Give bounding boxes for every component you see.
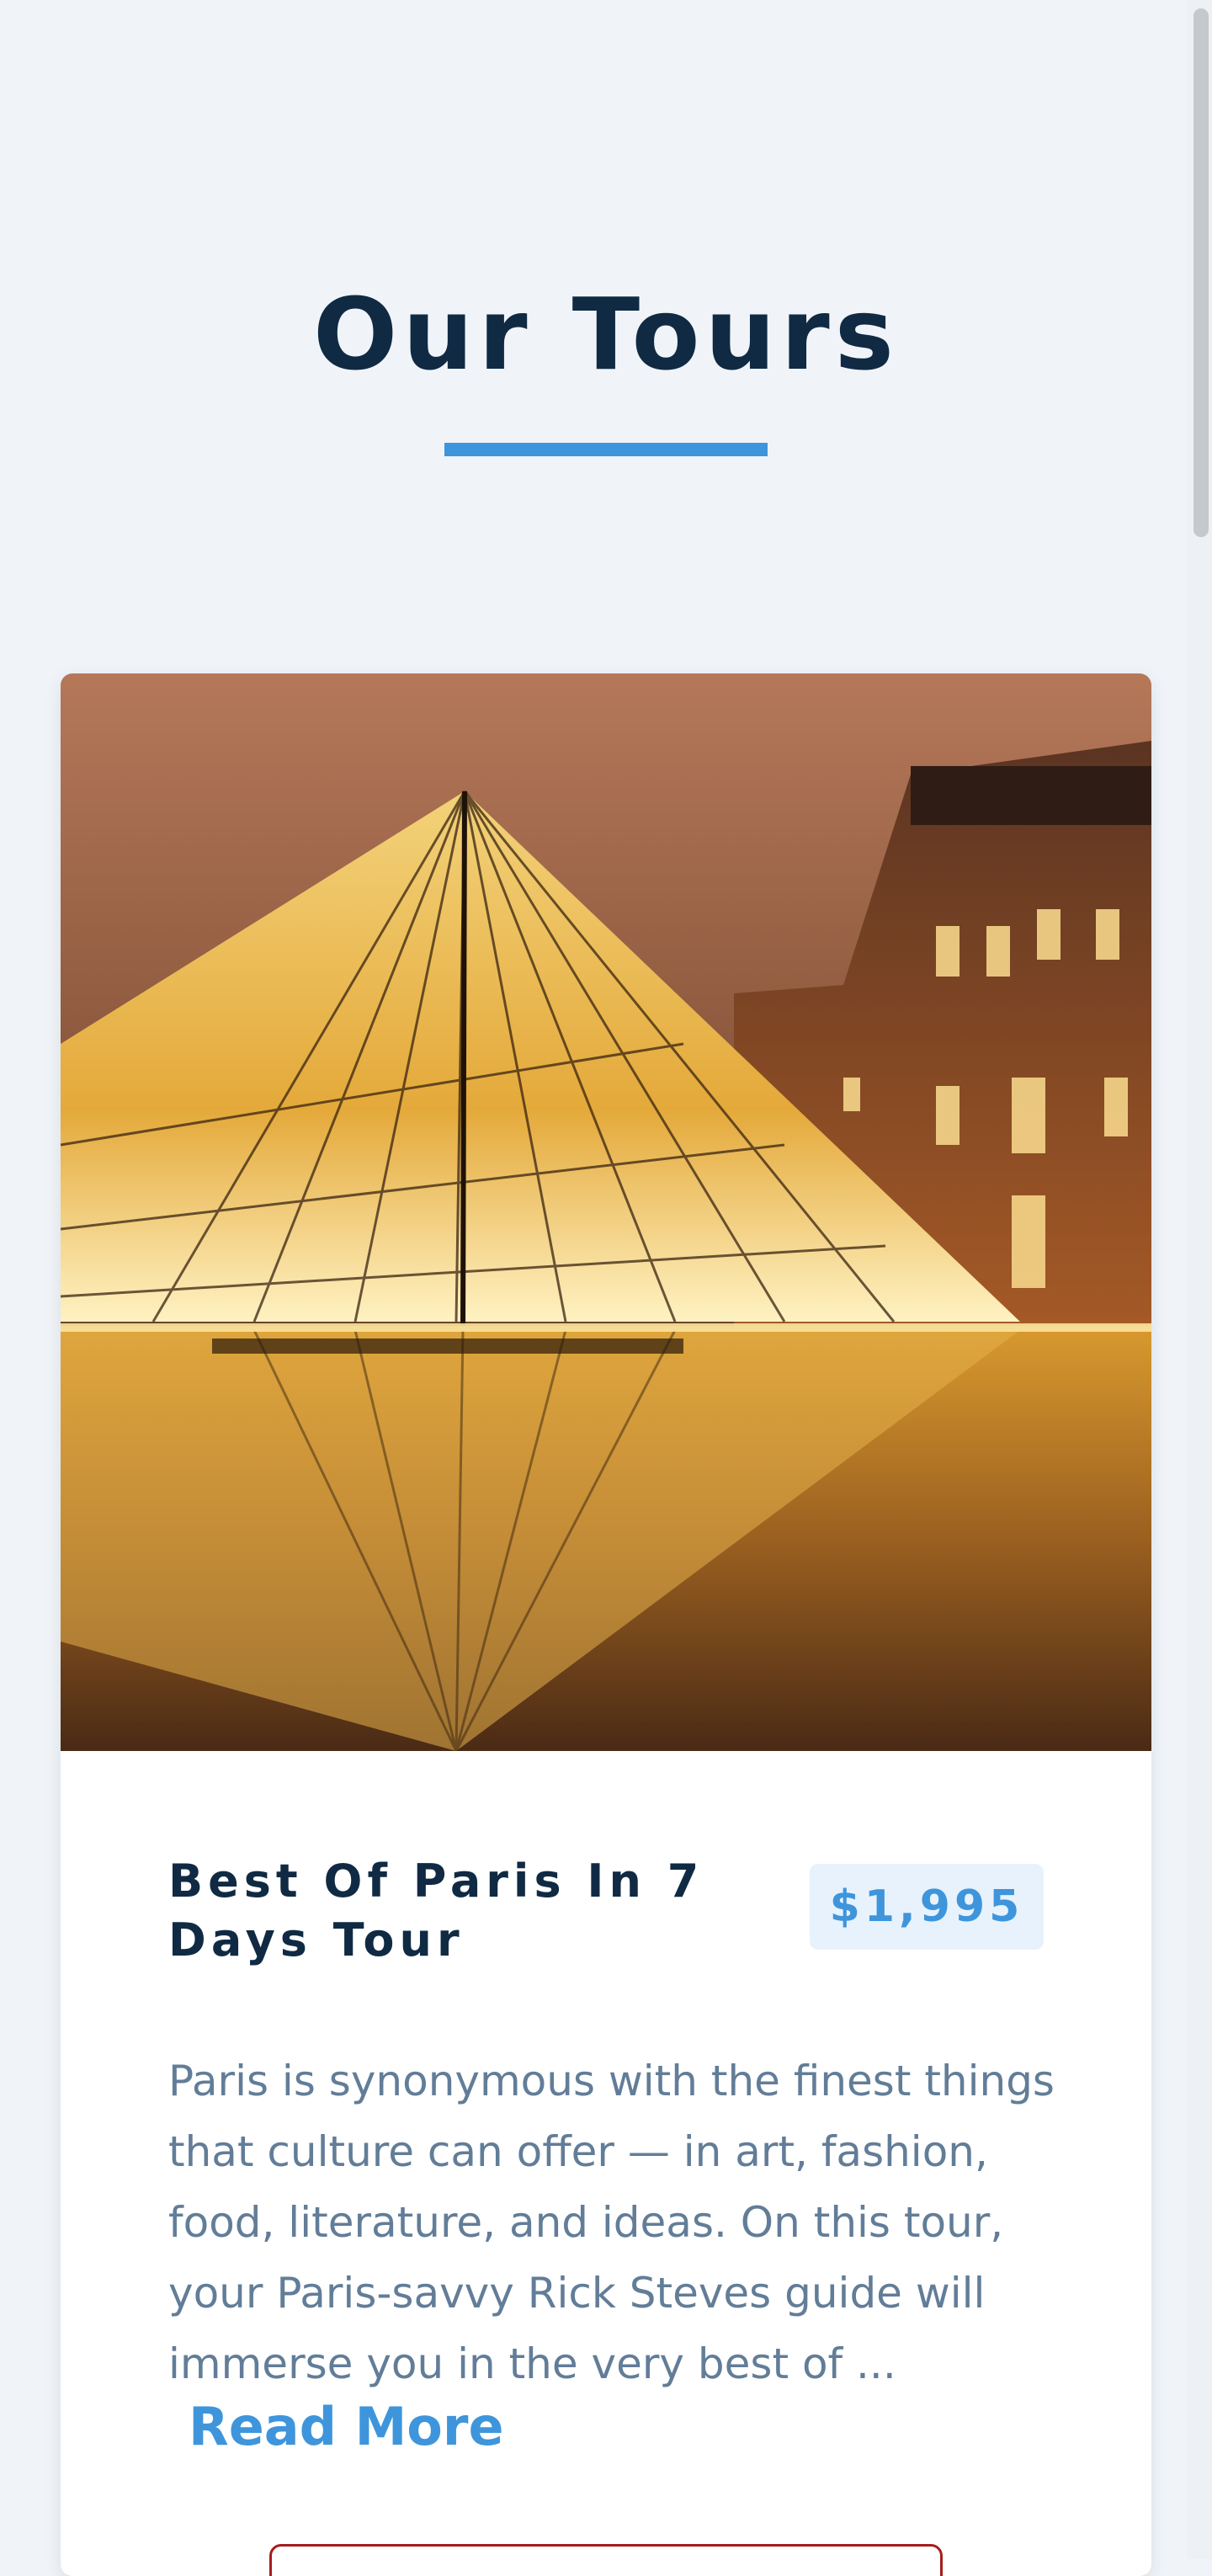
not-interested-button[interactable] — [269, 2544, 943, 2576]
tour-image — [61, 673, 1151, 1751]
read-more-link[interactable]: Read More — [189, 2401, 504, 2453]
louvre-pyramid-image — [61, 673, 1151, 1751]
scrollbar-thumb[interactable] — [1193, 8, 1209, 537]
tour-card: Best Of Paris In 7 Days Tour $1,995 Pari… — [61, 673, 1151, 2576]
page-title: Our Tours — [313, 276, 899, 392]
tour-name: Best Of Paris In 7 Days Tour — [168, 1855, 704, 1967]
tour-price-badge: $1,995 — [810, 1864, 1044, 1950]
title-underline — [444, 443, 768, 456]
tour-description: Paris is synonymous with the finest thin… — [168, 2057, 1055, 2388]
page-scrollbar[interactable] — [1187, 0, 1212, 2559]
